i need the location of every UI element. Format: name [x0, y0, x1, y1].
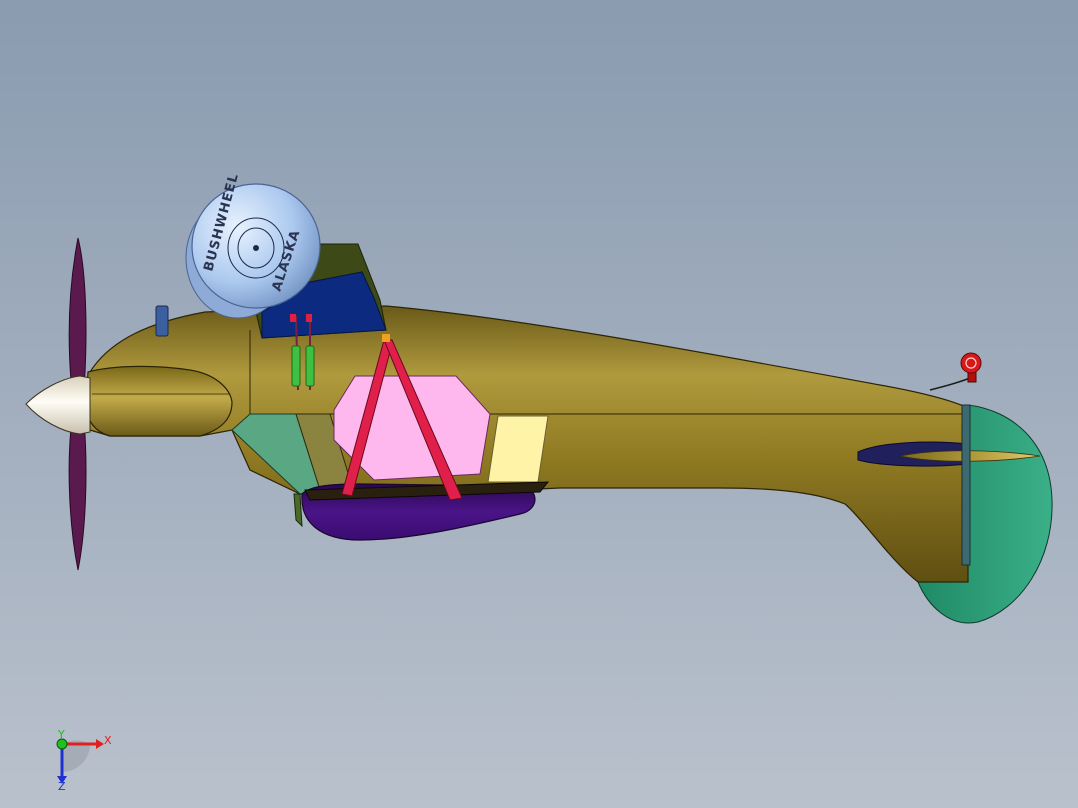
cad-viewport[interactable]: BUSHWHEEL ALASKA X Y Z [0, 0, 1078, 808]
x-axis-label: X [104, 734, 112, 747]
engine-cowling[interactable] [85, 365, 233, 437]
z-axis-label: Z [58, 780, 66, 793]
exhaust-stack[interactable] [155, 305, 169, 337]
rudder-post[interactable] [961, 404, 971, 566]
y-axis-label: Y [57, 728, 65, 741]
access-panel-yellow[interactable] [487, 415, 549, 483]
